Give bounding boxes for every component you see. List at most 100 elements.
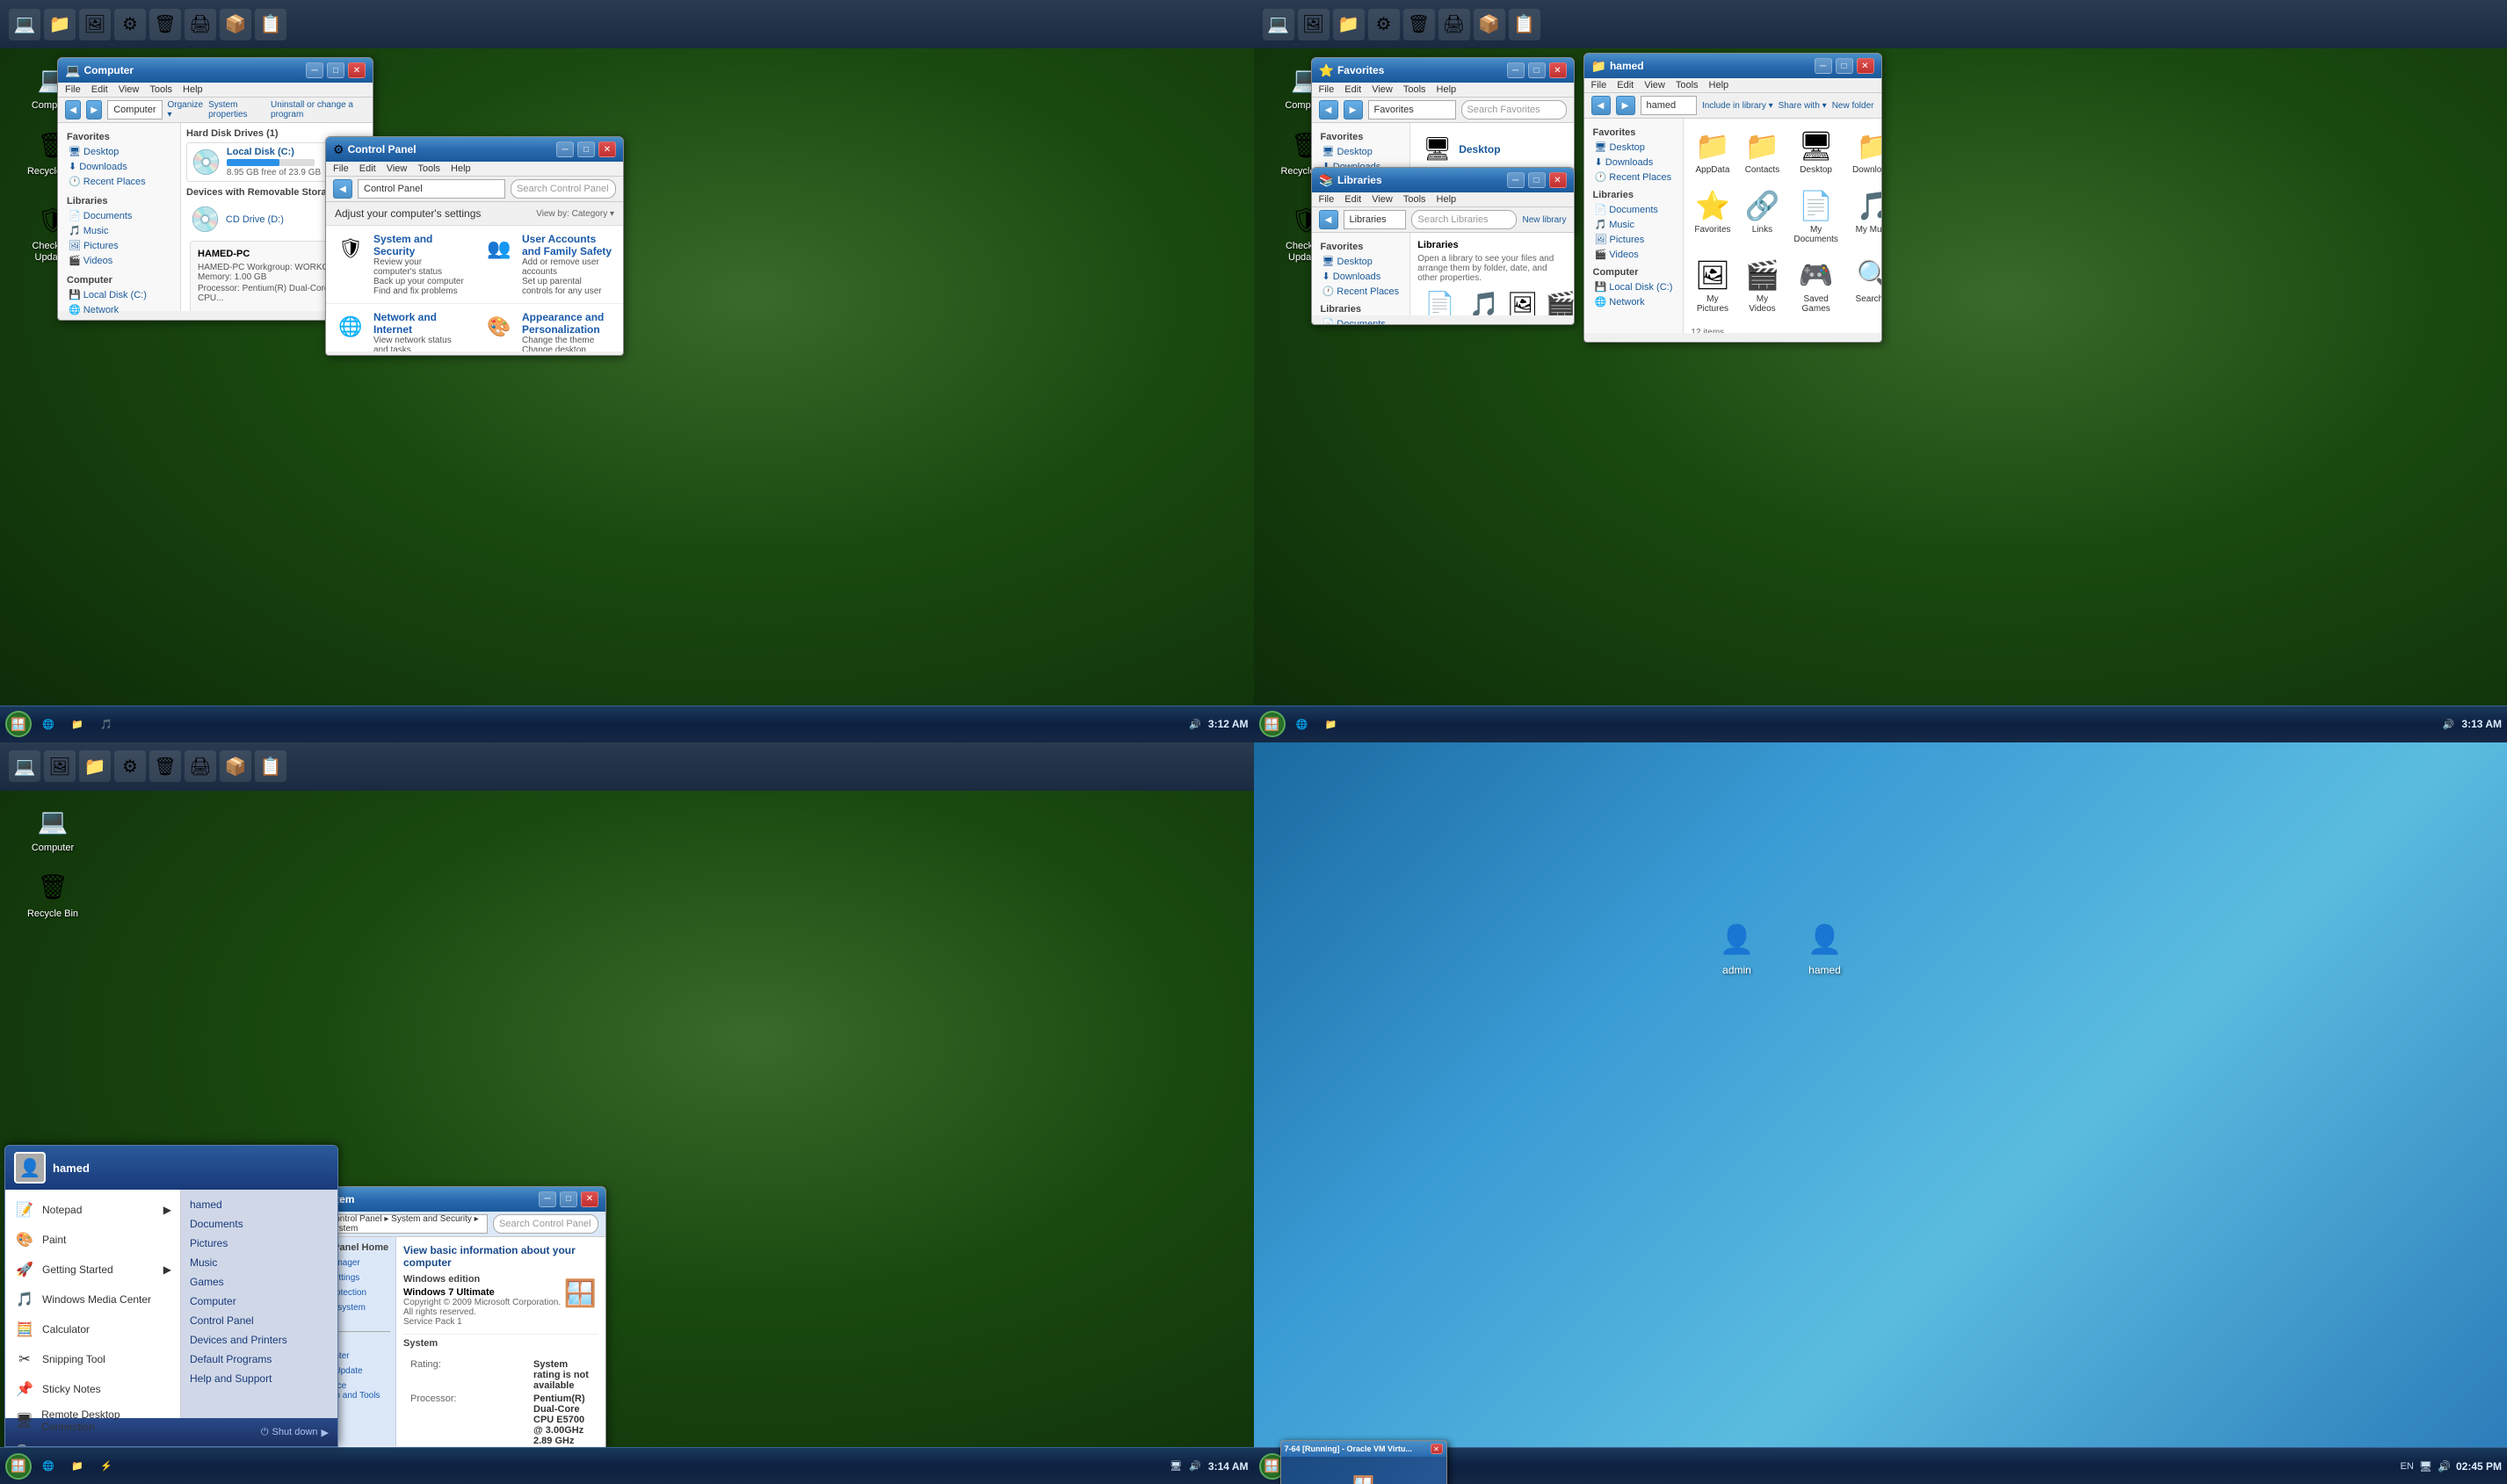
- sys-close-btn[interactable]: ✕: [581, 1191, 598, 1207]
- sidebar-recent[interactable]: 🕐 Recent Places: [63, 174, 175, 189]
- fav-item-desktop[interactable]: 🖥 Desktop: [1419, 132, 1564, 166]
- cp-network[interactable]: 🌐 Network and Internet View network stat…: [326, 304, 475, 351]
- taskbar-folder-icon-q1[interactable]: 📁: [64, 711, 91, 737]
- tb-q2-comp[interactable]: 💻: [1263, 9, 1294, 40]
- hamed-titlebar[interactable]: 📁 hamed ─ □ ✕: [1584, 54, 1881, 78]
- lib-item-documents[interactable]: 📄 Documents: [1417, 290, 1462, 315]
- sidebar-pics[interactable]: 🖼 Pictures: [63, 238, 175, 253]
- speaker-icon-q3[interactable]: 🔊: [1189, 1460, 1201, 1472]
- menu-view[interactable]: View: [119, 84, 140, 95]
- hamed-menu-file[interactable]: File: [1591, 80, 1607, 90]
- new-library-btn[interactable]: New library: [1522, 215, 1566, 225]
- hamed-lib-music[interactable]: 🎵 Music: [1590, 217, 1678, 232]
- tb-settings-icon[interactable]: ⚙: [114, 9, 146, 40]
- lib-max-btn[interactable]: □: [1528, 172, 1546, 188]
- lib-item-pictures[interactable]: 🖼 Pictures: [1507, 290, 1539, 315]
- hamed-menu-view[interactable]: View: [1644, 80, 1665, 90]
- hamed-lib-docs[interactable]: 📄 Documents: [1590, 202, 1678, 217]
- sm-sticky[interactable]: 📌 Sticky Notes: [5, 1374, 180, 1404]
- tb-q3-printer[interactable]: 🖨: [185, 750, 216, 782]
- folder-searches[interactable]: 🔍Searches: [1849, 255, 1881, 317]
- lib-menu-file[interactable]: File: [1319, 194, 1335, 205]
- tb-q3-folder[interactable]: 📁: [79, 750, 111, 782]
- lib-back-btn[interactable]: ◀: [1319, 210, 1338, 229]
- system-security-link[interactable]: System and Security: [373, 233, 466, 257]
- system-properties-btn[interactable]: System properties: [208, 100, 265, 119]
- sidebar-network[interactable]: 🌐 Network: [63, 302, 175, 317]
- fav-search[interactable]: Search Favorites: [1461, 100, 1567, 119]
- monitor-icon-q3[interactable]: 🖥: [1170, 1460, 1182, 1472]
- fav-menu-view[interactable]: View: [1372, 84, 1393, 95]
- address-bar[interactable]: Computer: [107, 100, 162, 119]
- hamed-network[interactable]: 🌐 Network: [1590, 294, 1678, 309]
- tb-package-icon[interactable]: 📦: [220, 9, 251, 40]
- sidebar-downloads[interactable]: ⬇ Downloads: [63, 159, 175, 174]
- fav-back-btn[interactable]: ◀: [1319, 100, 1338, 119]
- lib-address[interactable]: Libraries: [1344, 210, 1407, 229]
- cp-search[interactable]: Search Control Panel: [511, 179, 616, 199]
- fav-menu-file[interactable]: File: [1319, 84, 1335, 95]
- fav-menu-tools[interactable]: Tools: [1403, 84, 1426, 95]
- hamed-fav-recent[interactable]: 🕐 Recent Places: [1590, 170, 1678, 185]
- tb-q2-ie[interactable]: 🌐: [1289, 711, 1315, 737]
- sm-notepad[interactable]: 📝 Notepad ▶: [5, 1195, 180, 1225]
- cp-min-btn[interactable]: ─: [556, 141, 574, 157]
- lib-titlebar[interactable]: 📚 Libraries ─ □ ✕: [1312, 168, 1574, 192]
- hamed-close-btn[interactable]: ✕: [1857, 58, 1874, 74]
- folder-appdata[interactable]: 📁AppData: [1691, 126, 1734, 178]
- desktop-icon-recycle-q3[interactable]: 🗑 Recycle Bin: [22, 870, 83, 920]
- tb-apps-icon[interactable]: 📋: [255, 9, 286, 40]
- monitor-icon-q4[interactable]: 🖥: [2419, 1460, 2432, 1473]
- tb-q3-computer[interactable]: 💻: [9, 750, 40, 782]
- folder-downloads[interactable]: 📁Downloads: [1849, 126, 1881, 178]
- tb-q2-settings[interactable]: ⚙: [1368, 9, 1400, 40]
- speaker-icon-q2[interactable]: 🔊: [2443, 719, 2455, 730]
- lib-menu-view[interactable]: View: [1372, 194, 1393, 205]
- tb-q3-settings[interactable]: ⚙: [114, 750, 146, 782]
- lib-search[interactable]: Search Libraries: [1411, 210, 1517, 229]
- folder-contacts[interactable]: 📁Contacts: [1742, 126, 1784, 178]
- lib-close-btn[interactable]: ✕: [1549, 172, 1567, 188]
- fav-fwd-btn[interactable]: ▶: [1344, 100, 1363, 119]
- desktop-icon-hamed[interactable]: 👤 hamed: [1790, 918, 1860, 976]
- sm-getting-started[interactable]: 🚀 Getting Started ▶: [5, 1255, 180, 1285]
- tb-q3-recycle[interactable]: 🗑: [149, 750, 181, 782]
- menu-tools[interactable]: Tools: [149, 84, 172, 95]
- cp-system-security[interactable]: 🛡 System and Security Review your comput…: [326, 226, 475, 304]
- forward-btn[interactable]: ▶: [86, 100, 102, 119]
- organize-btn[interactable]: Organize ▾: [168, 100, 204, 119]
- tb-image-icon[interactable]: 🖼: [79, 9, 111, 40]
- lib-item-videos[interactable]: 🎬 Videos: [1546, 290, 1574, 315]
- menu-help[interactable]: Help: [183, 84, 203, 95]
- fav-desktop[interactable]: 🖥 Desktop: [1317, 144, 1405, 159]
- sm-right-computer[interactable]: Computer: [181, 1292, 337, 1311]
- lib-menu-help[interactable]: Help: [1437, 194, 1457, 205]
- start-btn-q2[interactable]: 🪟: [1259, 711, 1286, 737]
- speaker-icon-q4[interactable]: 🔊: [2438, 1460, 2451, 1473]
- lib-fav-recent[interactable]: 🕐 Recent Places: [1317, 284, 1405, 299]
- tb-computer-icon[interactable]: 💻: [9, 9, 40, 40]
- lib-fav-desktop[interactable]: 🖥 Desktop: [1317, 254, 1405, 269]
- lib-fav-dl[interactable]: ⬇ Downloads: [1317, 269, 1405, 284]
- cp-appearance[interactable]: 🎨 Appearance and Personalization Change …: [475, 304, 623, 351]
- desktop-icon-admin[interactable]: 👤 admin: [1702, 918, 1772, 976]
- tb-q3-folder2[interactable]: 📁: [64, 1453, 91, 1480]
- sm-rdp[interactable]: 🖥 Remote Desktop Connection: [5, 1404, 180, 1437]
- vm-running-thumb[interactable]: 7-64 [Running] - Oracle VM Virtu... ✕ 🪟 …: [1280, 1440, 1447, 1484]
- sidebar-music[interactable]: 🎵 Music: [63, 223, 175, 238]
- close-btn[interactable]: ✕: [348, 62, 366, 78]
- hamed-fav-dl[interactable]: ⬇ Downloads: [1590, 155, 1678, 170]
- fav-menu-help[interactable]: Help: [1437, 84, 1457, 95]
- sm-right-docs[interactable]: Documents: [181, 1214, 337, 1234]
- minimize-btn[interactable]: ─: [306, 62, 323, 78]
- appearance-link[interactable]: Appearance and Personalization: [522, 311, 614, 336]
- cp-address[interactable]: Control Panel: [358, 179, 505, 199]
- fav-max-btn[interactable]: □: [1528, 62, 1546, 78]
- hamed-max-btn[interactable]: □: [1836, 58, 1853, 74]
- maximize-btn[interactable]: □: [327, 62, 344, 78]
- speaker-icon[interactable]: 🔊: [1189, 719, 1201, 730]
- hamed-address[interactable]: hamed: [1641, 96, 1698, 115]
- cp-user-accounts[interactable]: 👥 User Accounts and Family Safety Add or…: [475, 226, 623, 304]
- hamed-menu-tools[interactable]: Tools: [1676, 80, 1699, 90]
- cp-max-btn[interactable]: □: [577, 141, 595, 157]
